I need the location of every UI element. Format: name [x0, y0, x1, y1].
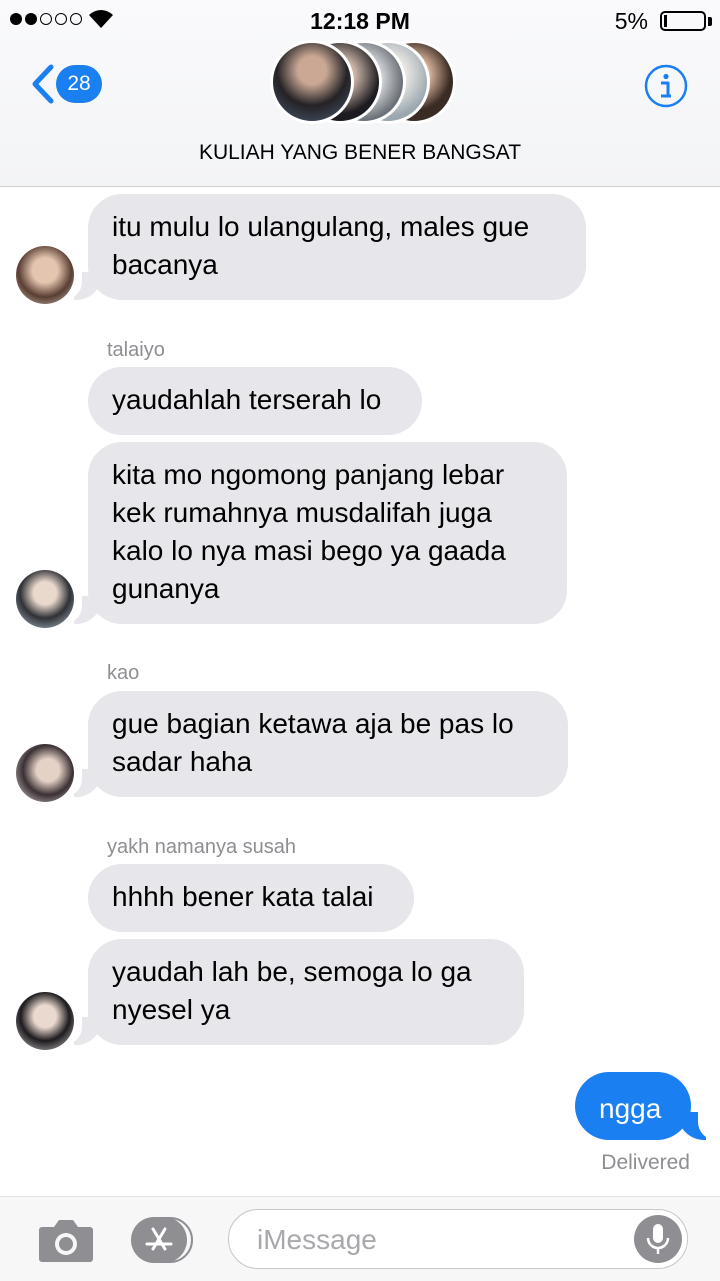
message-text: hhhh bener kata talai [112, 881, 374, 912]
battery-icon [660, 11, 706, 31]
sender-name: kao [107, 662, 140, 684]
back-button[interactable]: 28 [30, 64, 102, 104]
conversation-title[interactable]: KULIAH YANG BENER BANGSAT [0, 141, 720, 165]
message-text: kita mo ngomong panjang lebar kek rumahn… [112, 459, 506, 604]
avatar [16, 570, 74, 628]
message-text: gue bagian ketawa aja be pas lo sadar ha… [112, 708, 514, 777]
outgoing-message-bubble[interactable]: ngga [575, 1072, 691, 1140]
incoming-message-bubble[interactable]: gue bagian ketawa aja be pas lo sadar ha… [88, 691, 568, 797]
microphone-button[interactable] [634, 1215, 682, 1263]
group-avatars[interactable] [270, 40, 460, 126]
message-thread[interactable]: itu mulu lo ulangulang, males gue bacany… [0, 186, 720, 1196]
message-text: itu mulu lo ulangulang, males gue bacany… [112, 211, 530, 280]
message-input-bar [0, 1196, 720, 1281]
sender-name: yakh namanya susah [107, 836, 297, 858]
avatar [270, 40, 354, 124]
incoming-message-bubble[interactable]: kita mo ngomong panjang lebar kek rumahn… [88, 442, 567, 624]
incoming-message-bubble[interactable]: itu mulu lo ulangulang, males gue bacany… [88, 194, 586, 300]
status-bar: 12:18 PM 5% [0, 0, 720, 40]
app-store-button[interactable] [131, 1217, 193, 1263]
sender-name: talaiyo [107, 339, 165, 361]
chevron-left-icon [32, 64, 54, 104]
incoming-message-bubble[interactable]: yaudah lah be, semoga lo ga nyesel ya [88, 939, 524, 1045]
delivery-status: Delivered [601, 1151, 690, 1174]
camera-icon[interactable] [38, 1217, 94, 1263]
microphone-icon [646, 1224, 670, 1254]
avatar [16, 992, 74, 1050]
clock: 12:18 PM [310, 8, 410, 34]
unread-count-badge: 28 [56, 65, 102, 103]
avatar [16, 246, 74, 304]
message-text: yaudahlah terserah lo [112, 384, 382, 415]
incoming-message-bubble[interactable]: yaudahlah terserah lo [88, 367, 422, 435]
incoming-message-bubble[interactable]: hhhh bener kata talai [88, 864, 414, 932]
info-icon[interactable] [644, 64, 688, 108]
message-field[interactable] [228, 1209, 688, 1269]
battery-percentage: 5% [614, 8, 648, 34]
message-text: ngga [599, 1093, 662, 1124]
message-text: yaudah lah be, semoga lo ga nyesel ya [112, 956, 472, 1025]
avatar [16, 744, 74, 802]
message-input[interactable] [255, 1220, 629, 1260]
app-store-icon [145, 1227, 173, 1251]
